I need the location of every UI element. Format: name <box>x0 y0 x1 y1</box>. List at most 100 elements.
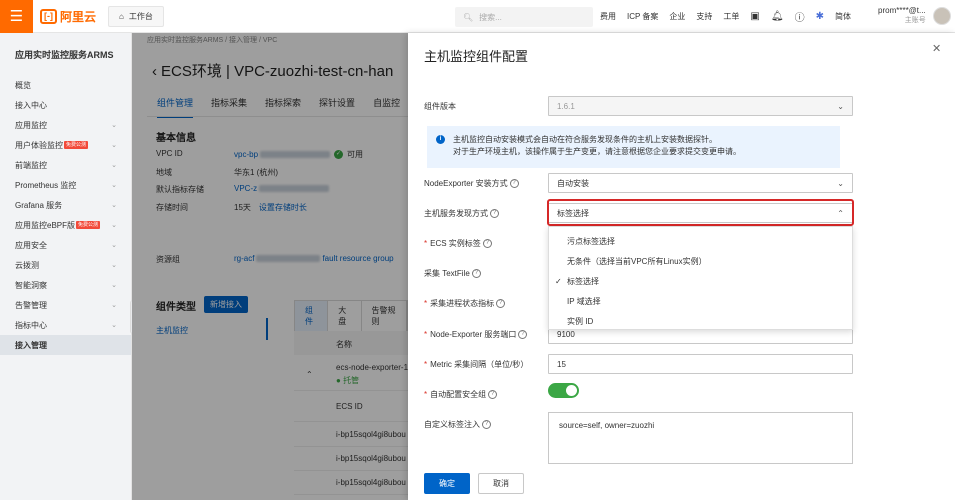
help-icon[interactable]: ? <box>496 299 506 309</box>
sidebar-item[interactable]: 用户体验监控 免费公测 ⌄ <box>0 135 131 155</box>
sidebar-item-label: 应用监控eBPF版 <box>15 220 76 230</box>
info-line-1: 主机监控自动安装模式会自动在符合服务发现条件的主机上安装数据探针。 <box>453 135 717 144</box>
sidebar-item[interactable]: Prometheus 监控 ⌄ <box>0 175 131 195</box>
sidebar-item[interactable]: 告警管理 ⌄ <box>0 295 131 315</box>
nav-enterprise[interactable]: 企业 <box>669 11 685 22</box>
sidebar-item-label: 指标中心 <box>15 320 47 330</box>
help-icon[interactable]: ? <box>518 330 528 340</box>
sidebar-item-label: 前端监控 <box>15 160 47 170</box>
interval-input[interactable]: 15 <box>548 354 853 374</box>
process-label: * 采集进程状态指标? <box>424 298 506 309</box>
version-label: 组件版本 <box>424 102 456 111</box>
avatar[interactable] <box>933 7 951 25</box>
sidebar-item-label: 云拨测 <box>15 260 39 270</box>
user-menu[interactable]: prom****@t... 主账号 <box>878 6 926 26</box>
help-icon[interactable]: ? <box>482 420 491 430</box>
nav-ticket[interactable]: 工单 <box>723 11 739 22</box>
workbench-button[interactable]: ⌂ 工作台 <box>108 5 164 27</box>
chevron-down-icon: ⌄ <box>111 162 117 169</box>
menu-icon[interactable]: ☰ <box>0 0 33 33</box>
sidebar-item[interactable]: 指标中心 ⌄ <box>0 315 131 335</box>
assistant-icon[interactable]: ✱ <box>816 11 824 22</box>
sidebar-item[interactable]: 概览 <box>0 75 131 95</box>
node-install-label: NodeExporter 安装方式? <box>424 178 519 189</box>
sidebar-item[interactable]: Grafana 服务 ⌄ <box>0 195 131 215</box>
sidebar-item[interactable]: 接入管理 <box>0 335 131 355</box>
sidebar-item-label: 接入管理 <box>15 340 47 350</box>
chevron-down-icon: ⌄ <box>111 302 117 309</box>
sidebar-item[interactable]: 应用监控 ⌄ <box>0 115 131 135</box>
info-line-2: 对于生产环境主机，该操作属于生产变更，请注意根据您企业要求提交变更申请。 <box>453 147 741 156</box>
ecs-tag-label: * ECS 实例标签? <box>424 238 492 249</box>
sidebar-item-label: 概览 <box>15 80 31 90</box>
aliyun-logo[interactable]: [-] 阿里云 <box>40 8 96 25</box>
sidebar-item[interactable]: 接入中心 <box>0 95 131 115</box>
nav-icp[interactable]: ICP 备案 <box>627 11 658 22</box>
home-icon: ⌂ <box>119 11 124 21</box>
chevron-down-icon: ⌄ <box>111 222 117 229</box>
option-ip-domain[interactable]: IP 域选择 <box>549 291 852 311</box>
top-bar: ☰ [-] 阿里云 ⌂ 工作台 🔍︎ 搜索... 费用 ICP 备案 企业 支持 工单… <box>0 0 955 33</box>
sidebar-item[interactable]: 应用监控eBPF版 免费公测 ⌄ <box>0 215 131 235</box>
help-icon[interactable]: ? <box>490 209 499 219</box>
custom-tag-label: 自定义标签注入? <box>424 419 491 430</box>
sidebar-item[interactable]: 前端监控 ⌄ <box>0 155 131 175</box>
chevron-down-icon: ⌄ <box>111 262 117 269</box>
sidebar-item-label: 应用安全 <box>15 240 47 250</box>
sidebar-item[interactable]: 云拨测 ⌄ <box>0 255 131 275</box>
language-switch[interactable]: 简体 <box>835 11 851 22</box>
help-icon[interactable]: ? <box>488 390 498 400</box>
config-drawer: 主机监控组件配置 ✕ 组件版本 1.6.1 ⌄ i 主机监控自动安装模式会自动在符… <box>408 33 955 500</box>
chevron-down-icon: ⌄ <box>111 202 117 209</box>
modal-overlay[interactable] <box>132 33 408 500</box>
sidebar-item-label: 接入中心 <box>15 100 47 110</box>
info-icon: i <box>436 135 445 144</box>
discovery-dropdown: 污点标签选择 无条件（选择当前VPC所有Linux实例） ✓ 标签选择 IP 域选… <box>548 226 853 330</box>
chevron-down-icon: ⌄ <box>837 101 844 111</box>
confirm-button[interactable]: 确定 <box>424 473 470 494</box>
chevron-down-icon: ⌄ <box>111 282 117 289</box>
textfile-label: 采集 TextFile? <box>424 268 481 279</box>
user-account: prom****@t... <box>878 6 926 15</box>
help-icon[interactable]: ? <box>509 179 519 189</box>
nav-support[interactable]: 支持 <box>696 11 712 22</box>
check-icon: ✓ <box>555 276 562 286</box>
help-icon[interactable]: ? <box>471 269 481 279</box>
chevron-down-icon: ⌄ <box>837 178 844 188</box>
terminal-icon[interactable]: ▣ <box>750 11 759 22</box>
sidebar-item-label: 应用监控 <box>15 120 47 130</box>
chevron-down-icon: ⌄ <box>111 122 117 129</box>
nav-fees[interactable]: 费用 <box>600 11 616 22</box>
port-label: * Node-Exporter 服务端口? <box>424 329 528 340</box>
node-install-select[interactable]: 自动安装 ⌄ <box>548 173 853 193</box>
sidebar-item[interactable]: 智能洞察 ⌄ <box>0 275 131 295</box>
search-icon: 🔍︎ <box>463 12 474 22</box>
bell-icon[interactable]: 🔔︎ <box>771 11 784 22</box>
sidebar-title: 应用实时监控服务ARMS <box>15 50 114 60</box>
drawer-title: 主机监控组件配置 <box>424 49 529 64</box>
search-input[interactable]: 🔍︎ 搜索... <box>455 7 593 27</box>
chevron-down-icon: ⌄ <box>111 322 117 329</box>
cancel-button[interactable]: 取消 <box>478 473 524 494</box>
option-instance-id[interactable]: 实例 ID <box>549 311 852 331</box>
close-icon[interactable]: ✕ <box>932 42 941 55</box>
secgroup-toggle[interactable] <box>548 383 579 398</box>
user-role: 主账号 <box>904 17 926 24</box>
option-taint-tag[interactable]: 污点标签选择 <box>549 231 852 251</box>
option-unconditional[interactable]: 无条件（选择当前VPC所有Linux实例） <box>549 251 852 271</box>
secgroup-label: * 自动配置安全组? <box>424 389 498 400</box>
custom-tag-textarea[interactable]: source=self, owner=zuozhi <box>548 412 853 464</box>
chevron-down-icon: ⌄ <box>111 182 117 189</box>
sidebar-item[interactable]: 应用安全 ⌄ <box>0 235 131 255</box>
option-tag-select[interactable]: ✓ 标签选择 <box>549 271 852 291</box>
info-banner: i 主机监控自动安装模式会自动在符合服务发现条件的主机上安装数据探针。 对于生产… <box>427 126 840 168</box>
chevron-down-icon: ⌄ <box>111 142 117 149</box>
help-icon[interactable]: ? <box>482 239 492 249</box>
version-select: 1.6.1 ⌄ <box>548 96 853 116</box>
interval-label: * Metric 采集间隔（单位/秒） <box>424 360 529 369</box>
sidebar: 应用实时监控服务ARMS 概览 接入中心 应用监控 ⌄ 用户体验监控 免费公测 ⌄ 前端监控 ⌄… <box>0 33 132 500</box>
sidebar-item-label: Prometheus 监控 <box>15 180 77 190</box>
sidebar-item-label: 智能洞察 <box>15 280 47 290</box>
help-icon[interactable]: ⓘ <box>795 9 805 24</box>
sidebar-item-label: 告警管理 <box>15 300 47 310</box>
